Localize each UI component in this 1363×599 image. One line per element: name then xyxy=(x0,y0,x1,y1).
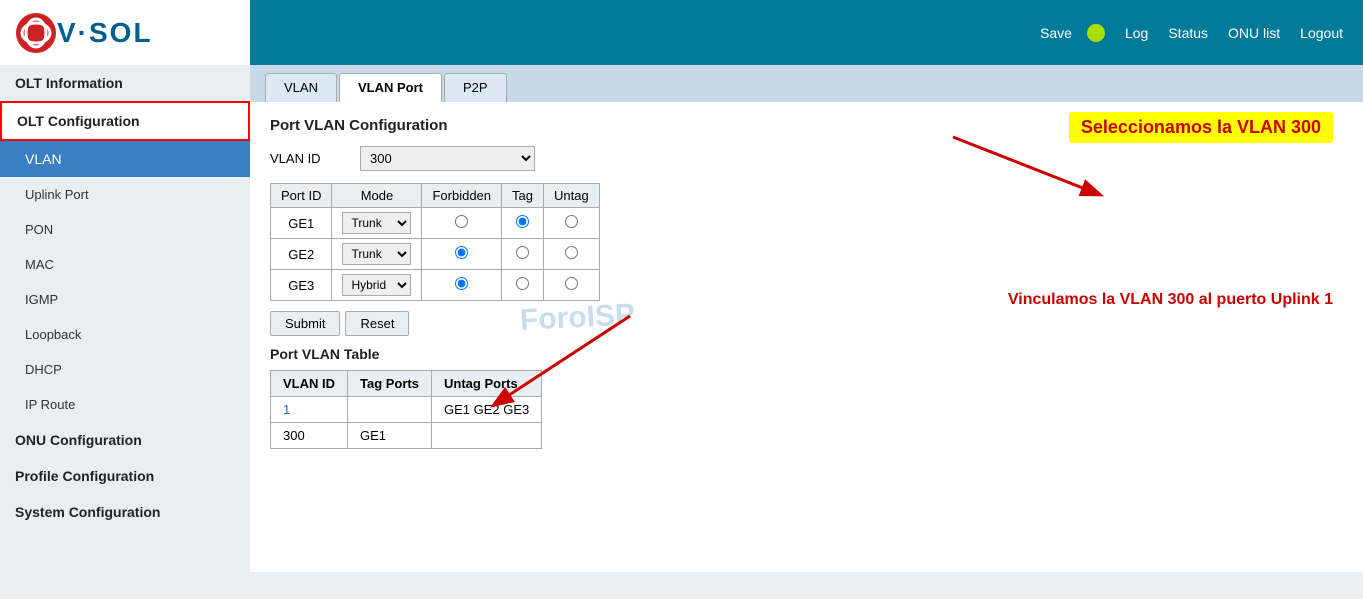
status-link[interactable]: Status xyxy=(1168,25,1208,41)
tab-bar: VLAN VLAN Port P2P xyxy=(250,65,1363,102)
table-row: GE3 TrunkHybridAccess xyxy=(271,270,600,301)
table-row: GE1 TrunkHybridAccess xyxy=(271,208,600,239)
mode-select-ge1[interactable]: TrunkHybridAccess xyxy=(342,212,411,234)
sidebar-item-uplink-port[interactable]: Uplink Port xyxy=(0,177,250,212)
untag-ge3 xyxy=(543,270,599,301)
untag-radio-ge2[interactable] xyxy=(565,246,578,259)
untag-ge2 xyxy=(543,239,599,270)
forbidden-ge1 xyxy=(422,208,502,239)
table-row: GE2 TrunkHybridAccess xyxy=(271,239,600,270)
forbidden-ge3 xyxy=(422,270,502,301)
untag-radio-ge1[interactable] xyxy=(565,215,578,228)
col-tag: Tag xyxy=(502,184,544,208)
col-port-id: Port ID xyxy=(271,184,332,208)
forbidden-radio-ge2[interactable] xyxy=(455,246,468,259)
table-row: 300 GE1 xyxy=(271,423,542,449)
port-id-ge1: GE1 xyxy=(271,208,332,239)
onu-list-link[interactable]: ONU list xyxy=(1228,25,1280,41)
port-config-table: Port ID Mode Forbidden Tag Untag GE1 Tru… xyxy=(270,183,600,301)
tab-vlan[interactable]: VLAN xyxy=(265,73,337,102)
sidebar-item-olt-config[interactable]: OLT Configuration xyxy=(0,101,250,141)
logo-area: V·SOL xyxy=(0,0,250,65)
submit-button[interactable]: Submit xyxy=(270,311,340,336)
vlan-id-select[interactable]: 300 1 200 xyxy=(360,146,535,171)
mode-select-ge3[interactable]: TrunkHybridAccess xyxy=(342,274,411,296)
sidebar-item-system-config[interactable]: System Configuration xyxy=(0,494,250,530)
buttons-watermark-area: Submit Reset ForoISP Vinculamos la VLAN … xyxy=(270,311,1343,336)
main-layout: OLT Information OLT Configuration VLAN U… xyxy=(0,65,1363,599)
content-area: Seleccionamos la VLAN 300 Port VLAN Conf… xyxy=(250,102,1363,572)
status-indicator xyxy=(1087,24,1105,42)
untag-ge1 xyxy=(543,208,599,239)
reset-button[interactable]: Reset xyxy=(345,311,409,336)
main-content: VLAN VLAN Port P2P Seleccionamos la VLAN… xyxy=(250,65,1363,599)
nav-status: Save xyxy=(1040,24,1105,42)
vlan-row2-tag: GE1 xyxy=(348,423,432,449)
buttons-row: Submit Reset xyxy=(270,311,1343,336)
sidebar-item-pon[interactable]: PON xyxy=(0,212,250,247)
sidebar-item-olt-info[interactable]: OLT Information xyxy=(0,65,250,101)
logout-link[interactable]: Logout xyxy=(1300,25,1343,41)
mode-ge1: TrunkHybridAccess xyxy=(332,208,422,239)
mode-select-ge2[interactable]: TrunkHybridAccess xyxy=(342,243,411,265)
vlan-row1-untag: GE1 GE2 GE3 xyxy=(432,397,542,423)
section-title: Port VLAN Configuration xyxy=(270,117,1343,134)
sidebar-item-igmp[interactable]: IGMP xyxy=(0,282,250,317)
vlan-row1-id: 1 xyxy=(271,397,348,423)
vlan-row2-id: 300 xyxy=(271,423,348,449)
forbidden-ge2 xyxy=(422,239,502,270)
col-forbidden: Forbidden xyxy=(422,184,502,208)
port-vlan-table-title: Port VLAN Table xyxy=(270,346,1343,362)
vlan-table: VLAN ID Tag Ports Untag Ports 1 GE1 GE2 … xyxy=(270,370,542,449)
log-link[interactable]: Log xyxy=(1125,25,1148,41)
port-id-ge3: GE3 xyxy=(271,270,332,301)
annotation-vlan-uplink: Vinculamos la VLAN 300 al puerto Uplink … xyxy=(1008,291,1333,309)
sidebar-item-loopback[interactable]: Loopback xyxy=(0,317,250,352)
tag-ge1 xyxy=(502,208,544,239)
sidebar-item-profile-config[interactable]: Profile Configuration xyxy=(0,458,250,494)
port-id-ge2: GE2 xyxy=(271,239,332,270)
sidebar-item-mac[interactable]: MAC xyxy=(0,247,250,282)
save-button[interactable]: Save xyxy=(1040,25,1072,41)
sidebar-item-vlan[interactable]: VLAN xyxy=(0,141,250,177)
untag-radio-ge3[interactable] xyxy=(565,277,578,290)
vlan-col-id: VLAN ID xyxy=(271,371,348,397)
vlan-row1-tag xyxy=(348,397,432,423)
tag-radio-ge2[interactable] xyxy=(516,246,529,259)
mode-ge3: TrunkHybridAccess xyxy=(332,270,422,301)
tab-p2p[interactable]: P2P xyxy=(444,73,507,102)
header: V·SOL Save Log Status ONU list Logout xyxy=(0,0,1363,65)
vlan-col-untag: Untag Ports xyxy=(432,371,542,397)
table-row: 1 GE1 GE2 GE3 xyxy=(271,397,542,423)
tab-vlan-port[interactable]: VLAN Port xyxy=(339,73,442,102)
tag-radio-ge1[interactable] xyxy=(516,215,529,228)
vlan-id-row: VLAN ID 300 1 200 xyxy=(270,146,1343,171)
tag-ge2 xyxy=(502,239,544,270)
col-mode: Mode xyxy=(332,184,422,208)
vlan-row2-untag xyxy=(432,423,542,449)
forbidden-radio-ge3[interactable] xyxy=(455,277,468,290)
vlan-id-label: VLAN ID xyxy=(270,151,350,166)
sidebar-item-dhcp[interactable]: DHCP xyxy=(0,352,250,387)
tag-ge3 xyxy=(502,270,544,301)
mode-ge2: TrunkHybridAccess xyxy=(332,239,422,270)
col-untag: Untag xyxy=(543,184,599,208)
sidebar-item-ip-route[interactable]: IP Route xyxy=(0,387,250,422)
logo-text: V·SOL xyxy=(57,17,153,49)
annotation-red-text: Vinculamos la VLAN 300 al puerto Uplink … xyxy=(1008,291,1333,309)
vlan-col-tag: Tag Ports xyxy=(348,371,432,397)
vsol-logo-icon xyxy=(15,12,57,54)
sidebar: OLT Information OLT Configuration VLAN U… xyxy=(0,65,250,599)
nav-bar: Save Log Status ONU list Logout xyxy=(250,0,1363,65)
sidebar-item-onu-config[interactable]: ONU Configuration xyxy=(0,422,250,458)
tag-radio-ge3[interactable] xyxy=(516,277,529,290)
forbidden-radio-ge1[interactable] xyxy=(455,215,468,228)
